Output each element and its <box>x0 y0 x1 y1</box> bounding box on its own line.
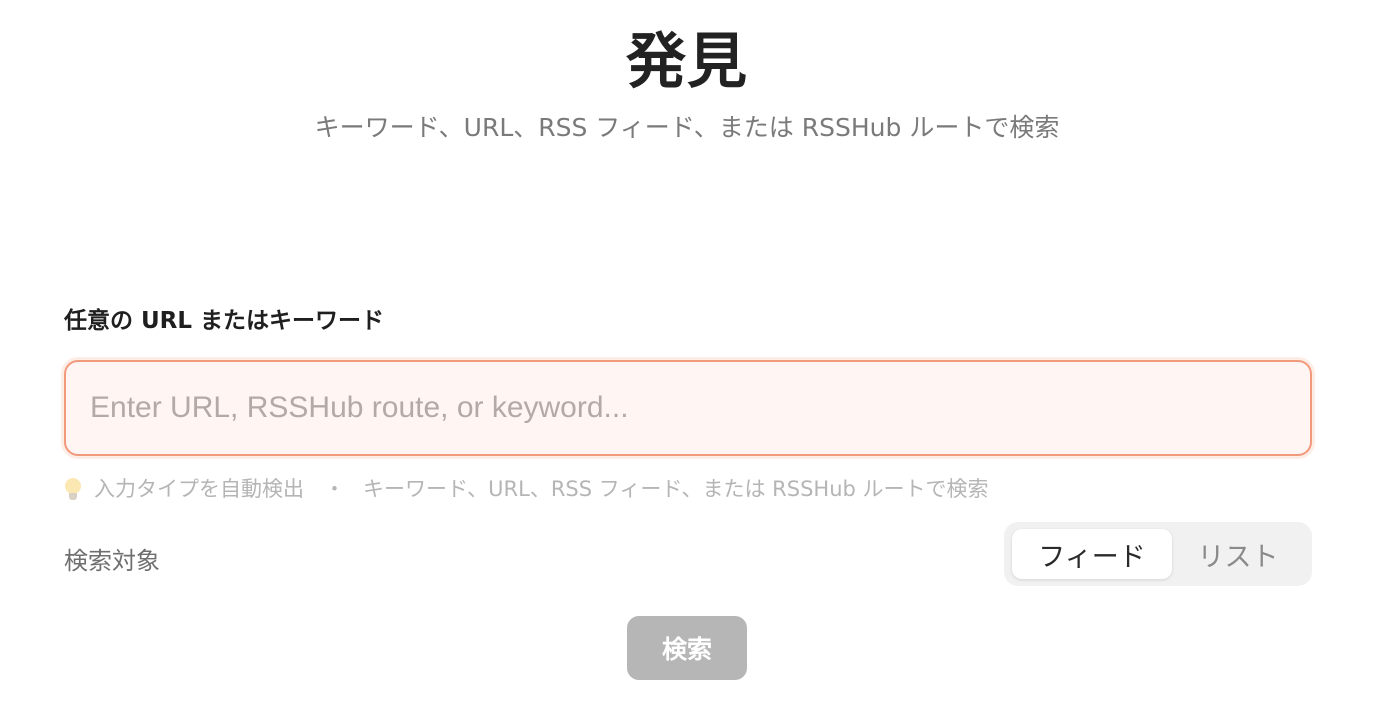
search-target-toggle: フィード リスト <box>1004 522 1312 586</box>
discover-form: 任意の URL またはキーワード 入力タイプを自動検出 ・ キーワード、URL、… <box>64 305 1312 586</box>
hint-auto-detect: 入力タイプを自動検出 <box>94 477 304 501</box>
search-button[interactable]: 検索 <box>627 616 747 680</box>
discover-page: 発見 キーワード、URL、RSS フィード、または RSSHub ルートで検索 … <box>0 0 1374 706</box>
segment-feed[interactable]: フィード <box>1012 529 1172 579</box>
page-subtitle: キーワード、URL、RSS フィード、または RSSHub ルートで検索 <box>314 113 1060 142</box>
search-target-row: 検索対象 フィード リスト <box>64 522 1312 586</box>
page-header: 発見 キーワード、URL、RSS フィード、または RSSHub ルートで検索 <box>0 26 1374 144</box>
hint-separator: ・ <box>324 477 345 501</box>
hint-description: キーワード、URL、RSS フィード、または RSSHub ルートで検索 <box>363 477 989 501</box>
submit-area: 検索 <box>0 616 1374 680</box>
segment-list[interactable]: リスト <box>1172 529 1304 579</box>
url-keyword-label: 任意の URL またはキーワード <box>64 308 385 334</box>
lightbulb-icon <box>64 476 82 502</box>
search-input[interactable] <box>90 391 1286 425</box>
page-title: 発見 <box>626 27 748 97</box>
search-target-label: 検索対象 <box>64 547 160 575</box>
search-input-wrapper[interactable] <box>64 360 1312 456</box>
input-hint: 入力タイプを自動検出 ・ キーワード、URL、RSS フィード、または RSSH… <box>64 474 1312 504</box>
